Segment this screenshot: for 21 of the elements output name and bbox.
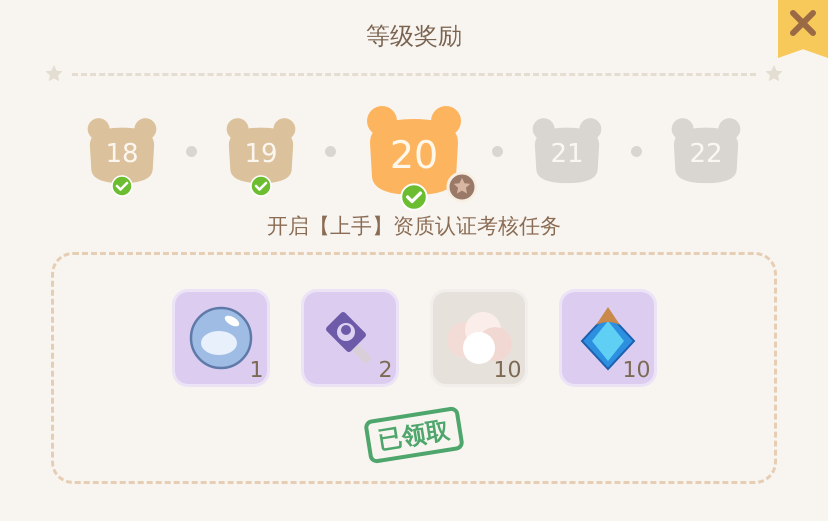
close-icon — [788, 8, 818, 38]
reward-count: 10 — [622, 358, 650, 383]
separator-dot — [186, 146, 197, 156]
star-badge-icon — [446, 171, 478, 203]
crystal-ball-icon — [188, 305, 254, 371]
claimed-stamp: 已领取 — [363, 406, 465, 464]
separator-dot — [492, 146, 503, 156]
reward-count: 1 — [250, 358, 264, 383]
separator-dot — [325, 146, 336, 156]
reward-tile[interactable]: 10 — [430, 289, 528, 387]
close-button[interactable] — [778, 0, 828, 58]
reward-tile[interactable]: 2 — [300, 289, 398, 387]
star-icon — [764, 64, 784, 84]
reward-count: 2 — [378, 358, 392, 383]
star-icon — [44, 64, 64, 84]
separator-dot — [631, 146, 642, 156]
reward-tile[interactable]: 1 — [172, 289, 270, 387]
reward-count: 10 — [494, 358, 522, 383]
unlock-description: 开启【上手】资质认证考核任务 — [267, 213, 561, 240]
dialog-title: 等级奖励 — [366, 21, 462, 52]
reward-tile[interactable]: 10 — [558, 289, 656, 387]
